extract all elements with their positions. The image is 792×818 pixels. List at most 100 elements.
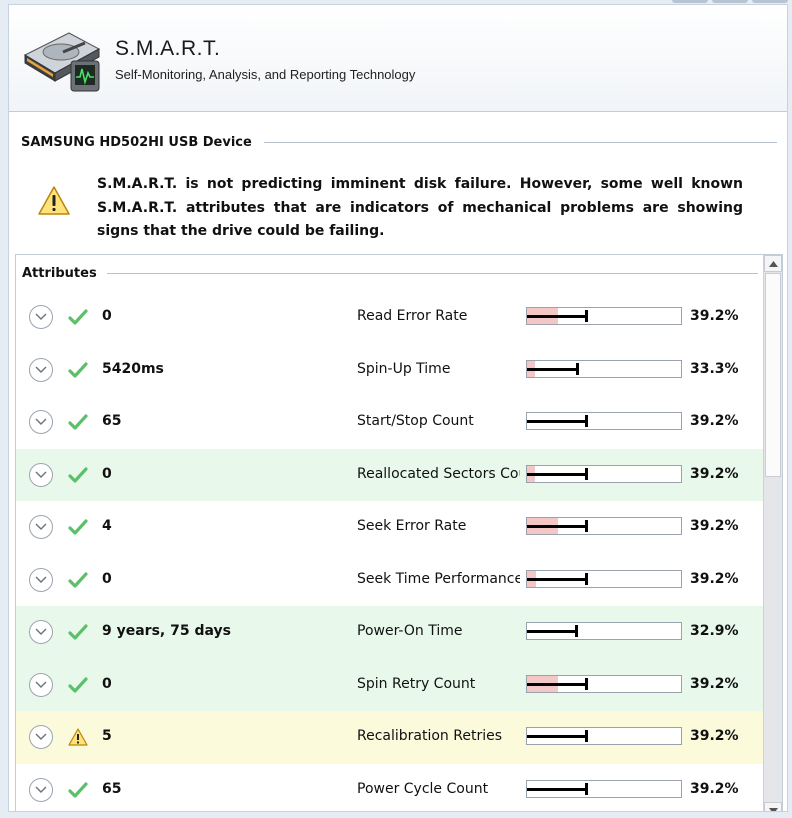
check-icon	[68, 676, 88, 693]
raw-value: 0	[102, 465, 112, 482]
raw-value: 65	[102, 413, 122, 429]
attribute-row[interactable]: 65 Start/Stop Count 39.2%	[16, 396, 764, 449]
attributes-title: Attributes	[22, 266, 97, 281]
chevron-down-icon	[35, 733, 47, 740]
attribute-percent: 32.9%	[690, 623, 739, 639]
bar-level-line	[527, 577, 588, 581]
expand-button[interactable]	[29, 305, 53, 329]
attribute-name: Start/Stop Count	[357, 413, 474, 429]
bar-level-line	[527, 735, 588, 738]
attribute-percent: 39.2%	[690, 570, 739, 587]
attributes-header: Attributes	[22, 266, 758, 281]
attribute-row[interactable]: 0 Spin Retry Count 39.2%	[16, 658, 764, 711]
chevron-down-icon	[35, 681, 47, 688]
bar-level-line	[527, 525, 588, 528]
attribute-name: Reallocated Sectors Count	[357, 465, 520, 482]
bar-level-tick	[585, 572, 588, 585]
check-icon	[68, 519, 88, 535]
attribute-name: Read Error Rate	[357, 308, 468, 324]
attribute-row[interactable]: 0 Reallocated Sectors Count 39.2%	[16, 448, 764, 501]
bar-level-line	[527, 472, 588, 476]
bar-level-tick	[575, 625, 578, 637]
scroll-thumb[interactable]	[765, 273, 781, 477]
attribute-percent: 39.2%	[690, 780, 739, 797]
bar-level-line	[527, 682, 588, 686]
expand-button[interactable]	[29, 725, 53, 749]
chevron-down-icon	[769, 808, 778, 811]
chevron-down-icon	[35, 418, 47, 425]
raw-value: 9 years, 75 days	[102, 623, 231, 639]
scroll-down-button[interactable]	[764, 802, 782, 811]
warning-triangle-icon	[38, 186, 70, 215]
attribute-row[interactable]: 0 Seek Time Performance 39.2%	[16, 554, 764, 607]
expand-button[interactable]	[29, 410, 53, 434]
raw-value: 5	[102, 728, 112, 744]
bar-level-tick	[585, 677, 588, 690]
health-bar	[526, 307, 682, 325]
health-bar	[526, 359, 682, 378]
attribute-name: Power-On Time	[357, 623, 463, 639]
health-bar	[526, 727, 682, 745]
device-section-header: SAMSUNG HD502HI USB Device	[21, 132, 777, 152]
vertical-scrollbar[interactable]	[763, 255, 782, 811]
attributes-panel: Attributes 0 Read Error Rate 39.2% 5420ms Sp…	[15, 254, 783, 812]
health-bar	[526, 517, 682, 535]
expand-button[interactable]	[29, 462, 53, 487]
attribute-row[interactable]: 65 Power Cycle Count 39.2%	[16, 764, 764, 812]
attribute-name: Seek Error Rate	[357, 518, 467, 534]
expand-button[interactable]	[29, 620, 53, 644]
attribute-name: Spin Retry Count	[357, 675, 476, 692]
attribute-percent: 33.3%	[690, 360, 739, 377]
bar-level-line	[527, 367, 579, 371]
scroll-up-button[interactable]	[764, 255, 782, 272]
expand-button[interactable]	[29, 515, 53, 539]
bar-level-line	[527, 630, 578, 633]
chevron-down-icon	[35, 366, 47, 373]
bar-level-tick	[585, 730, 588, 742]
warning-message: S.M.A.R.T. is not predicting imminent di…	[97, 176, 743, 239]
bar-level-line	[527, 787, 588, 791]
health-bar	[526, 622, 682, 640]
attribute-row[interactable]: 9 years, 75 days Power-On Time 32.9%	[16, 606, 764, 659]
attribute-name: Recalibration Retries	[357, 728, 503, 744]
check-icon	[68, 466, 88, 483]
raw-value: 0	[102, 570, 112, 587]
health-bar	[526, 464, 682, 483]
app-subtitle: Self-Monitoring, Analysis, and Reporting…	[115, 67, 416, 82]
attributes-list: 0 Read Error Rate 39.2% 5420ms Spin-Up Time 3…	[16, 291, 764, 812]
expand-button[interactable]	[29, 672, 53, 697]
bar-level-line	[527, 315, 588, 318]
check-icon	[68, 624, 88, 640]
chevron-down-icon	[35, 628, 47, 635]
attribute-percent: 39.2%	[690, 518, 739, 534]
bar-level-tick	[585, 520, 588, 532]
divider	[106, 273, 758, 274]
check-icon	[68, 309, 88, 325]
raw-value: 5420ms	[102, 360, 164, 377]
expand-button[interactable]	[29, 777, 53, 802]
health-bar	[526, 412, 682, 430]
chevron-down-icon	[35, 786, 47, 793]
attribute-row[interactable]: 0 Read Error Rate 39.2%	[16, 291, 764, 344]
device-name: SAMSUNG HD502HI USB Device	[21, 134, 252, 150]
divider	[263, 141, 777, 143]
chevron-down-icon	[35, 523, 47, 530]
expand-button[interactable]	[29, 357, 53, 382]
hard-disk-monitor-icon	[23, 32, 101, 92]
bar-level-tick	[585, 782, 588, 795]
bar-level-tick	[585, 467, 588, 480]
check-icon	[68, 414, 88, 430]
chevron-down-icon	[35, 471, 47, 478]
expand-button[interactable]	[29, 567, 53, 592]
attribute-row[interactable]: 5420ms Spin-Up Time 33.3%	[16, 344, 764, 397]
raw-value: 0	[102, 308, 112, 324]
attribute-row[interactable]: 5 Recalibration Retries 39.2%	[16, 711, 764, 764]
check-icon	[68, 781, 88, 798]
warning-triangle-icon	[68, 728, 88, 746]
smart-window: S.M.A.R.T. Self-Monitoring, Analysis, an…	[8, 4, 788, 812]
bar-level-line	[527, 420, 588, 423]
chevron-down-icon	[35, 576, 47, 583]
attribute-row[interactable]: 4 Seek Error Rate 39.2%	[16, 501, 764, 554]
attribute-name: Power Cycle Count	[357, 780, 489, 797]
chevron-up-icon	[769, 261, 778, 267]
